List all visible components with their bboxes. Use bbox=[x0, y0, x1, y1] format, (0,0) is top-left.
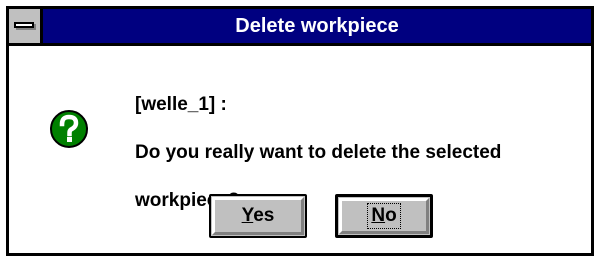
no-button-label: No bbox=[367, 203, 401, 229]
yes-mnemonic: Y bbox=[241, 205, 254, 226]
no-label-rest: o bbox=[385, 205, 397, 226]
yes-label-rest: es bbox=[253, 205, 275, 226]
system-menu-button[interactable] bbox=[9, 9, 43, 43]
title-bar[interactable]: Delete workpiece bbox=[9, 9, 591, 46]
question-icon bbox=[50, 110, 88, 148]
delete-workpiece-dialog: Delete workpiece [welle_1] : Do you real… bbox=[6, 6, 594, 256]
system-menu-icon bbox=[14, 22, 34, 28]
message-line-2: Do you really want to delete the selecte… bbox=[135, 142, 502, 163]
yes-button-label: Yes bbox=[239, 204, 278, 228]
window-title: Delete workpiece bbox=[235, 15, 399, 37]
no-mnemonic: N bbox=[371, 205, 386, 226]
message-line-1: [welle_1] : bbox=[135, 94, 227, 115]
no-button[interactable]: No bbox=[335, 194, 433, 238]
yes-button[interactable]: Yes bbox=[209, 194, 307, 238]
